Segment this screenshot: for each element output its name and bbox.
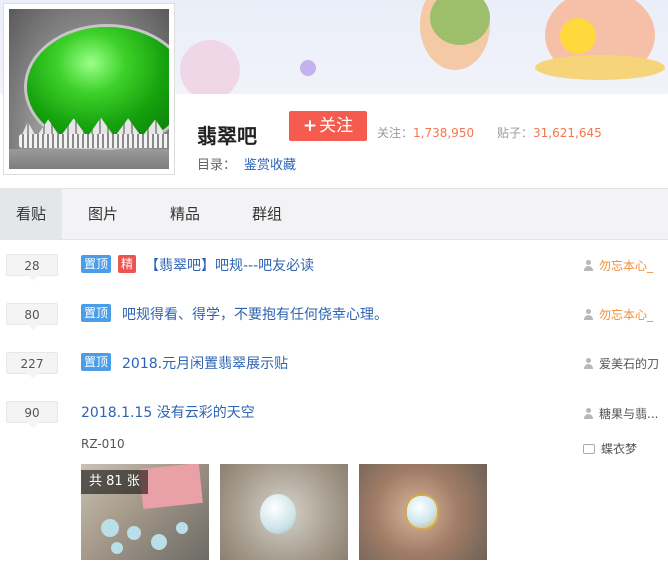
thread-image-thumbnail[interactable] [359,464,487,560]
reply-icon [583,444,595,454]
thread-author[interactable]: 勿忘本心_ [583,306,653,323]
thread-author[interactable]: 糖果与翡... [583,405,658,422]
reply-count: 90 [6,401,58,428]
reply-count: 80 [6,303,58,330]
catalog: 目录： 鉴赏收藏 [197,154,296,173]
followers-count: 1,738,950 [413,126,475,140]
reply-count: 28 [6,254,58,281]
followers-label: 关注： [377,126,414,140]
posts-label: 贴子： [497,126,534,140]
reply-count: 227 [6,352,58,379]
follow-button-label: 关注 [319,116,354,136]
tab-bar: 看贴 图片 精品 群组 [0,188,668,240]
posts-stat: 贴子：31,621,645 [497,124,602,141]
pinned-badge: 置顶 [81,353,112,371]
thread-title[interactable]: 吧规得看、得学，不要抱有任何侥幸心理。 [122,304,388,324]
forum-name[interactable]: 翡翠吧 [197,120,257,149]
thread-author[interactable]: 爱美石的刀 [583,355,659,372]
catalog-link[interactable]: 鉴赏收藏 [244,158,296,173]
thread-image-thumbnail[interactable] [220,464,348,560]
posts-count: 31,621,645 [533,126,602,140]
thread-title[interactable]: 【翡翠吧】吧规---吧友必读 [145,255,314,275]
forum-avatar[interactable] [3,3,175,175]
tab-images[interactable]: 图片 [70,189,136,239]
tab-posts[interactable]: 看贴 [0,189,62,239]
thread-author[interactable]: 勿忘本心_ [583,257,653,274]
user-icon [583,309,594,320]
catalog-label: 目录： [197,158,237,173]
jade-ring-image [9,9,169,169]
user-icon [583,260,594,271]
last-reply-name: 蝶衣梦 [601,442,638,456]
author-name: 勿忘本心_ [599,259,654,273]
tab-featured[interactable]: 精品 [152,189,218,239]
user-icon [583,408,594,419]
thread-excerpt: RZ-010 [81,437,125,451]
follow-button[interactable]: + 关注 [289,111,367,141]
thread-title[interactable]: 2018.1.15 没有云彩的天空 [81,402,255,422]
followers-stat: 关注：1,738,950 [377,124,474,141]
user-icon [583,358,594,369]
author-name: 爱美石的刀 [599,357,660,371]
image-count-badge: 共 81 张 [81,470,148,494]
pinned-badge: 置顶 [81,255,112,273]
plus-icon: + [302,116,318,136]
featured-badge: 精 [118,255,137,273]
thread-title[interactable]: 2018.元月闲置翡翠展示贴 [122,353,288,373]
last-reply[interactable]: 蝶衣梦 [583,440,637,457]
pinned-badge: 置顶 [81,304,112,322]
tab-groups[interactable]: 群组 [234,189,300,239]
author-name: 勿忘本心_ [599,308,654,322]
author-name: 糖果与翡... [599,407,659,421]
thread-image-thumbnail[interactable]: 共 81 张 [81,464,209,560]
